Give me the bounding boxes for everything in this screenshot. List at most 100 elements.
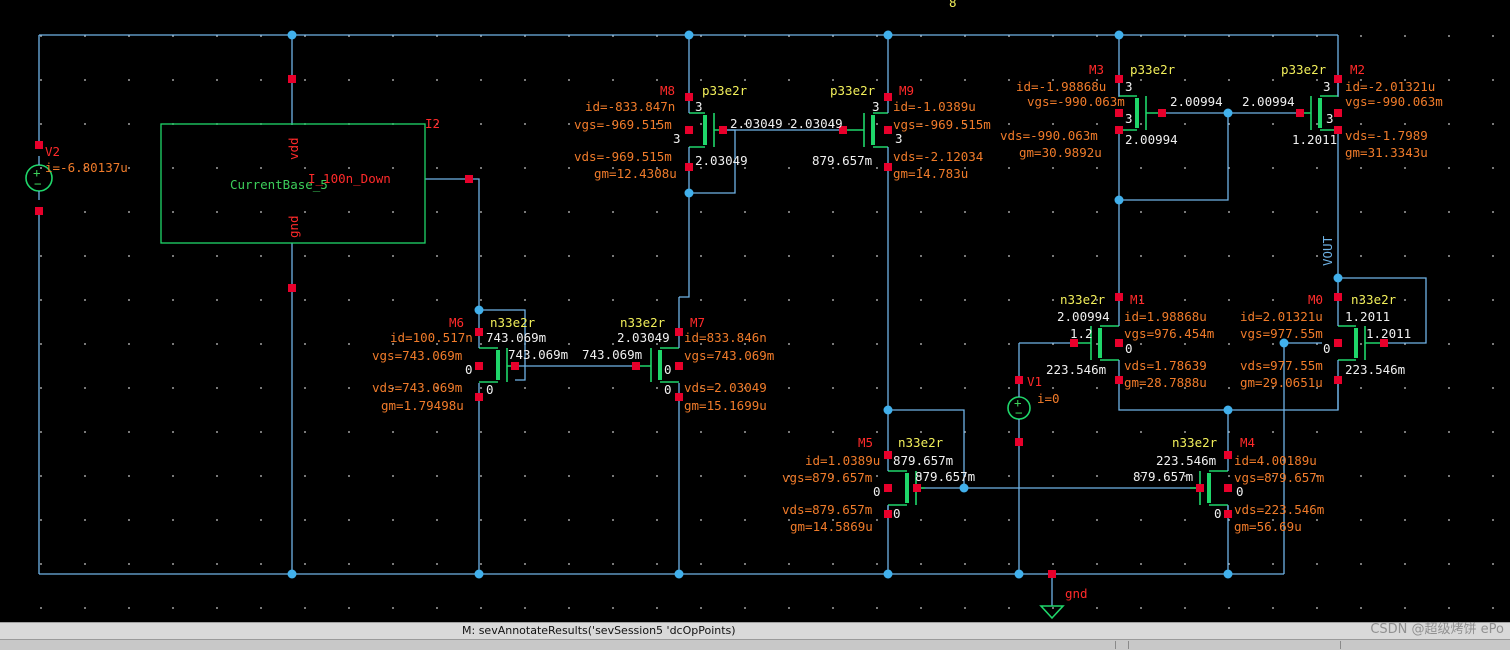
- i2-vdd-pin: vdd: [286, 137, 301, 160]
- m9-name: M9: [899, 83, 914, 98]
- m8-term-top: 3: [695, 99, 703, 114]
- m0-vds: vds=977.55m: [1240, 358, 1323, 373]
- schematic-canvas[interactable]: + − V2 i=-6.80137u I2 CurrentBase_5 vdd …: [0, 0, 1510, 622]
- bottom-toolbar: [0, 639, 1510, 650]
- m0-drain-voltage: 1.2011: [1345, 309, 1390, 324]
- m8-term-bulk: 3: [673, 131, 681, 146]
- transistor-m0[interactable]: M0 n33e2r id=2.01321u vgs=977.55m vds=97…: [1240, 292, 1411, 390]
- transistor-m2[interactable]: M2 p33e2r id=-2.01321u vgs=-990.063m vds…: [1242, 62, 1443, 160]
- gnd-label: gnd: [1065, 586, 1088, 601]
- m8-gate-voltage: 2.03049: [730, 116, 783, 131]
- m1-model: n33e2r: [1060, 292, 1106, 307]
- m4-term-source: 0: [1214, 506, 1222, 521]
- v1-source[interactable]: + − V1 i=0: [1007, 374, 1060, 446]
- m5-drain-voltage: 879.657m: [893, 453, 953, 468]
- m7-id: id=833.846n: [684, 330, 767, 345]
- transistor-m7[interactable]: M7 n33e2r id=833.846n vgs=743.069m vds=2…: [582, 315, 774, 413]
- m4-gm: gm=56.69u: [1234, 519, 1302, 534]
- m9-vgs: vgs=-969.515m: [893, 117, 991, 132]
- m9-term-bulk: 3: [895, 131, 903, 146]
- m0-vgs: vgs=977.55m: [1240, 326, 1323, 341]
- m5-gate-voltage: 879.657m: [915, 469, 975, 484]
- m8-model: p33e2r: [702, 83, 748, 98]
- bottom-separator: [1115, 641, 1116, 649]
- m7-vds: vds=2.03049: [684, 380, 767, 395]
- ground-symbol[interactable]: gnd: [1039, 570, 1088, 620]
- m7-term-bulk: 0: [664, 362, 672, 377]
- m0-gm: gm=29.0651u: [1240, 375, 1323, 390]
- m6-name: M6: [449, 315, 464, 330]
- m0-gate-voltage: 1.2011: [1366, 326, 1411, 341]
- m1-name: M1: [1130, 292, 1145, 307]
- schematic-drawing[interactable]: + − V2 i=-6.80137u I2 CurrentBase_5 vdd …: [0, 0, 1510, 622]
- m9-gm: gm=14.783u: [893, 166, 968, 181]
- m2-term-top: 3: [1323, 79, 1331, 94]
- v1-current: i=0: [1037, 391, 1060, 406]
- m1-vgs: vgs=976.454m: [1124, 326, 1214, 341]
- m6-term-bulk: 0: [465, 362, 473, 377]
- transistor-m1[interactable]: M1 n33e2r id=1.98868u vgs=976.454m vds=1…: [1046, 292, 1214, 390]
- svg-text:−: −: [34, 176, 42, 191]
- m6-drain-voltage: 743.069m: [486, 330, 546, 345]
- m4-name: M4: [1240, 435, 1255, 450]
- m0-source-voltage: 223.546m: [1345, 362, 1405, 377]
- transistor-m6[interactable]: M6 n33e2r id=100.517n vgs=743.069m vds=7…: [372, 315, 568, 413]
- i2-gnd-pin: gnd: [286, 215, 301, 238]
- i2-block[interactable]: I2 CurrentBase_5 vdd gnd I_100n_Down: [160, 75, 473, 292]
- v1-name: V1: [1027, 374, 1042, 389]
- m8-id: id=-833.847n: [585, 99, 675, 114]
- m5-vgs: vgs=879.657m: [782, 470, 872, 485]
- m9-vds: vds=-2.12034: [893, 149, 983, 164]
- m0-name: M0: [1308, 292, 1323, 307]
- m2-id: id=-2.01321u: [1345, 79, 1435, 94]
- vout-net-label[interactable]: VOUT: [1320, 235, 1335, 266]
- m6-gm: gm=1.79498u: [381, 398, 464, 413]
- m7-drain-voltage: 2.03049: [617, 330, 670, 345]
- m4-gate-voltage: 879.657m: [1133, 469, 1193, 484]
- m9-drain-voltage: 879.657m: [812, 153, 872, 168]
- m3-drain-voltage: 2.00994: [1125, 132, 1178, 147]
- m1-drain-voltage: 2.00994: [1057, 309, 1110, 324]
- m9-id: id=-1.0389u: [893, 99, 976, 114]
- transistor-m3[interactable]: M3 p33e2r id=-1.98868u vgs=-990.063m vds…: [1000, 62, 1223, 160]
- m3-gm: gm=30.9892u: [1019, 145, 1102, 160]
- m4-model: n33e2r: [1172, 435, 1218, 450]
- m7-gm: gm=15.1699u: [684, 398, 767, 413]
- m5-model: n33e2r: [898, 435, 944, 450]
- v2-source[interactable]: + − V2 i=-6.80137u: [25, 141, 128, 215]
- m4-vgs: vgs=879.657m: [1234, 470, 1324, 485]
- m1-term-bulk: 0: [1125, 341, 1133, 356]
- m2-drain-voltage: 1.2011: [1292, 132, 1337, 147]
- m6-vgs: vgs=743.069m: [372, 348, 462, 363]
- m9-term-top: 3: [872, 99, 880, 114]
- m8-drain-voltage: 2.03049: [695, 153, 748, 168]
- m8-vgs: vgs=-969.515m: [574, 117, 672, 132]
- m8-vds: vds=-969.515m: [574, 149, 672, 164]
- watermark: CSDN @超级烤饼 ePo: [1370, 622, 1504, 637]
- transistor-m9[interactable]: M9 p33e2r id=-1.0389u vgs=-969.515m vds=…: [790, 83, 991, 181]
- command-status-bar: M: sevAnnotateResults('sevSession5 'dcOp…: [0, 622, 1510, 639]
- m3-vds: vds=-990.063m: [1000, 128, 1098, 143]
- m8-gm: gm=12.4308u: [594, 166, 677, 181]
- m3-name: M3: [1089, 62, 1104, 77]
- m2-gm: gm=31.3343u: [1345, 145, 1428, 160]
- m2-term-bulk: 3: [1326, 111, 1334, 126]
- transistor-m8[interactable]: M8 p33e2r id=-833.847n vgs=-969.515m vds…: [574, 83, 783, 181]
- m2-vgs: vgs=-990.063m: [1345, 94, 1443, 109]
- ground-symbol-icon: [1039, 605, 1065, 620]
- m0-model: n33e2r: [1351, 292, 1397, 307]
- m2-model: p33e2r: [1281, 62, 1327, 77]
- m6-model: n33e2r: [490, 315, 536, 330]
- m8-name: M8: [660, 83, 675, 98]
- m5-name: M5: [858, 435, 873, 450]
- m3-model: p33e2r: [1130, 62, 1176, 77]
- m9-gate-voltage: 2.03049: [790, 116, 843, 131]
- m1-id: id=1.98868u: [1124, 309, 1207, 324]
- m1-gm: gm=28.7888u: [1124, 375, 1207, 390]
- m1-gate-voltage: 1.2: [1070, 326, 1093, 341]
- m3-id: id=-1.98868u: [1016, 79, 1106, 94]
- m3-gate-voltage: 2.00994: [1170, 94, 1223, 109]
- m0-term-bulk: 0: [1323, 341, 1331, 356]
- transistor-m4[interactable]: M4 n33e2r id=4.00189u vgs=879.657m vds=2…: [1133, 435, 1324, 534]
- transistor-m5[interactable]: M5 n33e2r id=1.0389u vgs=879.657m vds=87…: [782, 435, 975, 534]
